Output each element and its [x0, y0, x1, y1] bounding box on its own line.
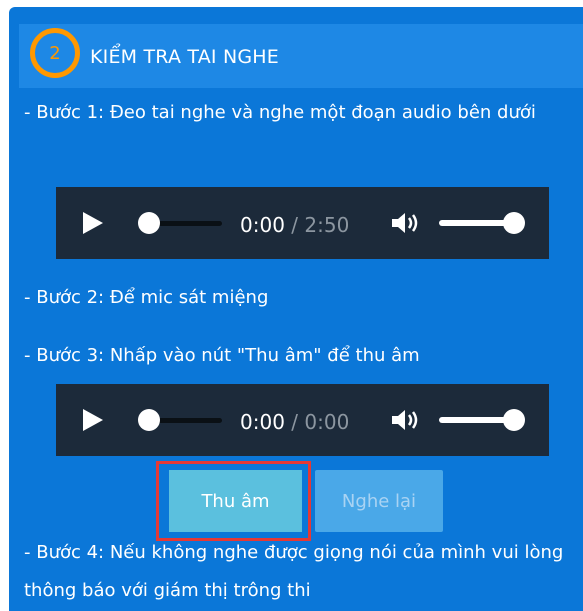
step-number: 2 [49, 42, 61, 64]
volume-icon[interactable] [390, 210, 424, 236]
current-time: 0:00 [240, 213, 285, 237]
section-header: 2 KIỂM TRA TAI NGHE [19, 24, 583, 88]
step-3-text: - Bước 3: Nhấp vào nút "Thu âm" để thu â… [24, 345, 420, 366]
step-4-text: - Bước 4: Nếu không nghe được giọng nói … [24, 542, 564, 601]
headphone-check-panel: 2 KIỂM TRA TAI NGHE - Bước 1: Đeo tai ng… [9, 7, 583, 611]
volume-icon[interactable] [390, 407, 424, 433]
time-display: 0:00 / 0:00 [240, 410, 349, 434]
step-2-text: - Bước 2: Để mic sát miệng [24, 287, 269, 308]
replay-button[interactable]: Nghe lại [315, 470, 443, 532]
current-time: 0:00 [240, 410, 285, 434]
step-number-badge: 2 [30, 28, 80, 78]
time-separator: / [284, 213, 305, 237]
time-separator: / [284, 410, 305, 434]
duration: 2:50 [304, 213, 350, 237]
record-button-highlight [156, 461, 311, 541]
play-icon[interactable] [83, 212, 103, 234]
step-1-text: - Bước 1: Đeo tai nghe và nghe một đoạn … [24, 102, 536, 123]
play-icon[interactable] [83, 409, 103, 431]
audio-player-recording[interactable]: 0:00 / 0:00 [56, 384, 549, 456]
volume-handle[interactable] [503, 409, 525, 431]
seek-handle[interactable] [138, 212, 160, 234]
section-title: KIỂM TRA TAI NGHE [90, 46, 279, 68]
time-display: 0:00 / 2:50 [240, 213, 349, 237]
seek-handle[interactable] [138, 409, 160, 431]
volume-handle[interactable] [503, 212, 525, 234]
audio-player-sample[interactable]: 0:00 / 2:50 [56, 187, 549, 259]
duration: 0:00 [304, 410, 350, 434]
